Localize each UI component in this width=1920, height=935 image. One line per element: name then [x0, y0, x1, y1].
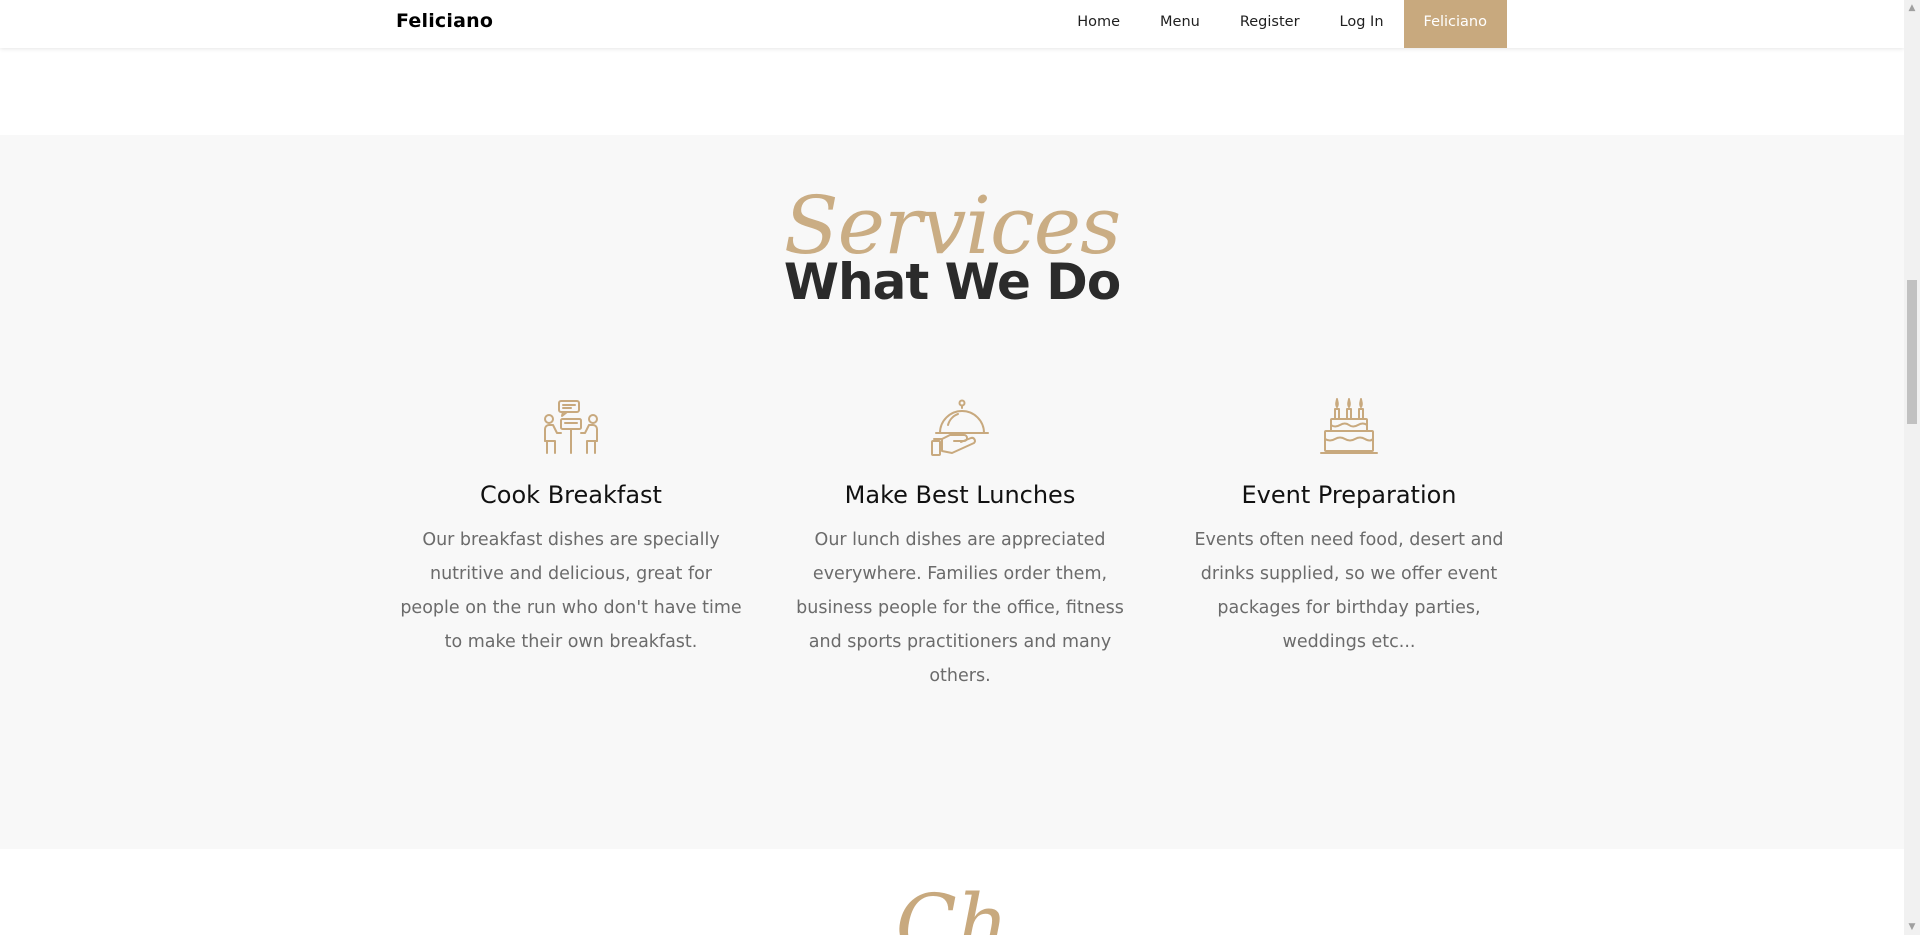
service-description: Our breakfast dishes are specially nutri… — [400, 530, 742, 652]
scrollbar-thumb[interactable] — [1907, 280, 1917, 424]
scroll-up-arrow-icon[interactable]: ▲ — [1904, 0, 1920, 16]
dining-table-icon — [544, 400, 598, 454]
scroll-down-arrow-icon[interactable]: ▼ — [1904, 919, 1920, 935]
service-card-events: Event Preparation Events often need food… — [1174, 397, 1524, 757]
service-description: Our lunch dishes are appreciated everywh… — [796, 530, 1124, 686]
page-scrollbar[interactable]: ▲ ▼ — [1904, 0, 1920, 935]
next-section-script-title: Ch — [895, 877, 1009, 935]
nav-cta-button[interactable]: Feliciano — [1403, 0, 1507, 48]
service-card-breakfast: Cook Breakfast Our breakfast dishes are … — [396, 397, 746, 757]
nav-link-register[interactable]: Register — [1220, 0, 1320, 48]
service-title: Event Preparation — [1241, 481, 1457, 509]
next-section: Ch — [0, 849, 1904, 935]
page: Feliciano Home Menu Register Log In Feli… — [0, 0, 1904, 935]
birthday-cake-icon — [1320, 398, 1378, 454]
nav-link-login[interactable]: Log In — [1320, 0, 1404, 48]
navbar: Feliciano Home Menu Register Log In Feli… — [0, 0, 1904, 48]
service-title: Make Best Lunches — [844, 481, 1076, 509]
nav-menu: Home Menu Register Log In Feliciano — [1057, 0, 1507, 48]
section-title: What We Do — [783, 253, 1121, 311]
service-title: Cook Breakfast — [480, 481, 662, 509]
nav-link-menu[interactable]: Menu — [1140, 0, 1220, 48]
brand-logo[interactable]: Feliciano — [396, 10, 493, 32]
service-card-lunches: Make Best Lunches Our lunch dishes are a… — [785, 397, 1135, 757]
serving-cloche-icon — [931, 399, 989, 456]
nav-link-home[interactable]: Home — [1057, 0, 1140, 48]
service-description: Events often need food, desert and drink… — [1194, 530, 1504, 652]
section-heading: Services What We Do — [0, 135, 1904, 335]
services-section: Services What We Do Cook Breakfast Our b… — [0, 135, 1904, 849]
service-cards: Cook Breakfast Our breakfast dishes are … — [396, 397, 1524, 757]
